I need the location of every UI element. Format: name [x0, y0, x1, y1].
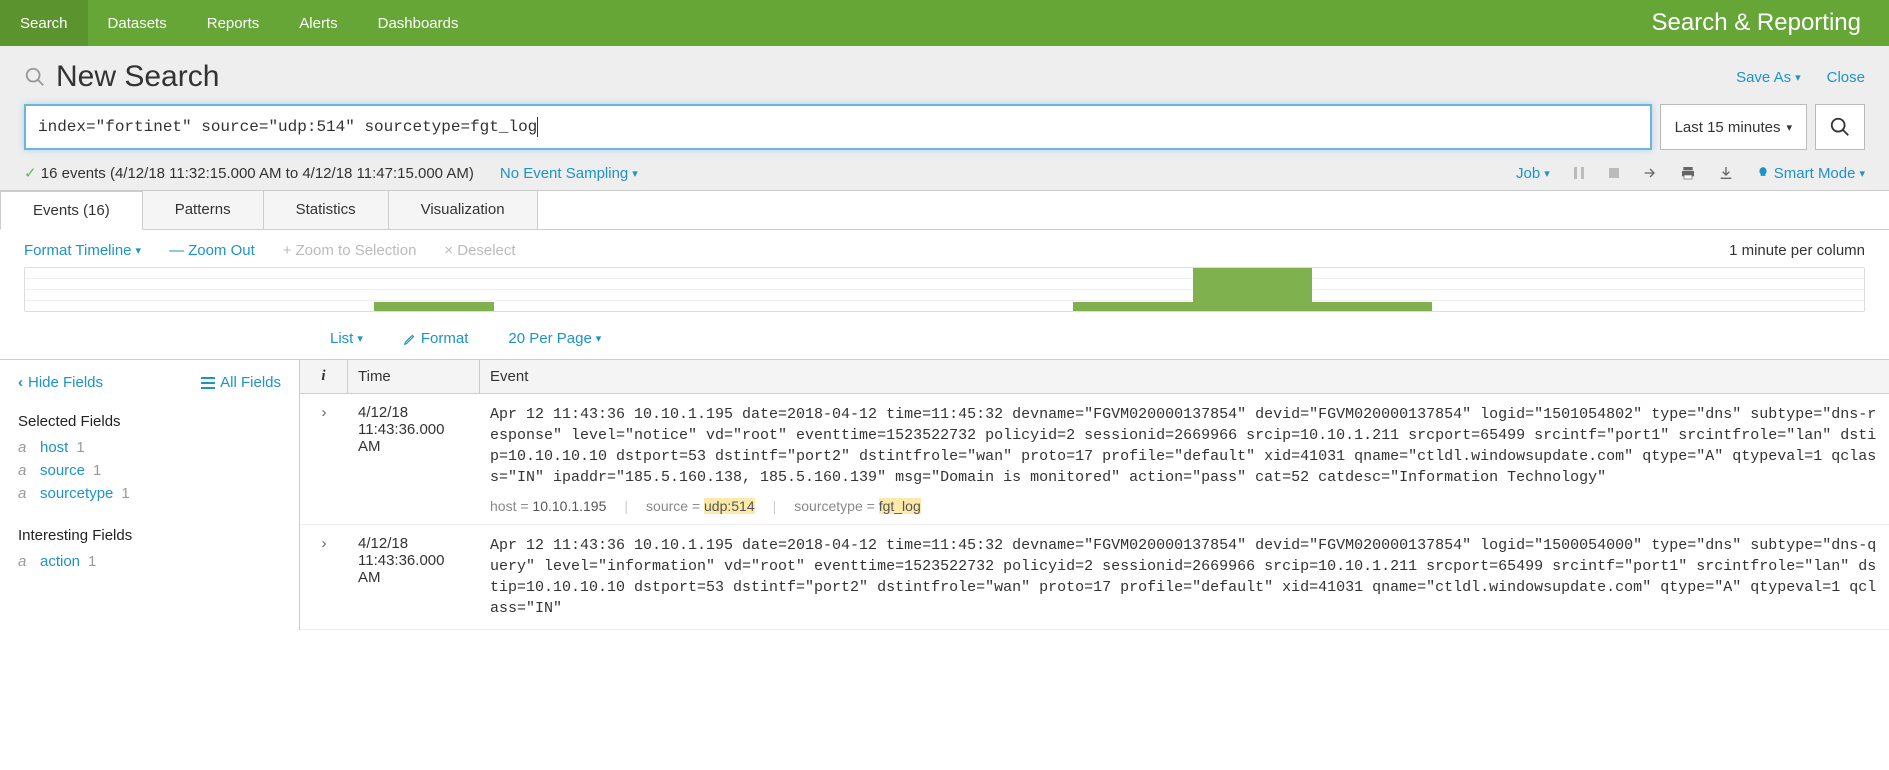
- col-info[interactable]: i: [300, 360, 348, 393]
- print-button[interactable]: [1680, 165, 1696, 181]
- format-dropdown[interactable]: Format: [403, 330, 469, 347]
- page-title: New Search: [56, 60, 219, 94]
- all-fields-button[interactable]: All Fields: [201, 374, 281, 391]
- tab-events[interactable]: Events (16): [0, 191, 143, 230]
- timeline-scale-label: 1 minute per column: [1729, 242, 1865, 259]
- results-controls: List ▾ Format 20 Per Page ▾: [0, 312, 1889, 359]
- selected-fields-list: ahost1 asource1 asourcetype1: [18, 436, 281, 505]
- col-event: Event: [480, 360, 1889, 393]
- top-nav-left: Search Datasets Reports Alerts Dashboard…: [0, 0, 479, 46]
- search-mode-dropdown[interactable]: Smart Mode ▾: [1756, 165, 1865, 182]
- search-query-text: index="fortinet" source="udp:514" source…: [38, 118, 537, 136]
- print-icon: [1680, 165, 1696, 181]
- meta-sourcetype[interactable]: sourcetype = fgt_log: [794, 498, 920, 514]
- nav-alerts[interactable]: Alerts: [279, 0, 357, 46]
- pause-icon: [1572, 166, 1586, 180]
- nav-reports[interactable]: Reports: [187, 0, 280, 46]
- event-raw[interactable]: Apr 12 11:43:36 10.10.1.195 date=2018-04…: [490, 535, 1879, 619]
- col-time[interactable]: Time: [348, 360, 480, 393]
- event-row: › 4/12/18 11:43:36.000 AM Apr 12 11:43:3…: [300, 394, 1889, 525]
- close-button[interactable]: Close: [1827, 69, 1865, 86]
- tab-statistics[interactable]: Statistics: [264, 191, 389, 230]
- meta-source[interactable]: source = udp:514: [646, 498, 755, 514]
- expand-toggle[interactable]: ›: [300, 394, 348, 524]
- time-range-picker[interactable]: Last 15 minutes▾: [1660, 104, 1807, 150]
- page-header: New Search Save As▾ Close index="fortine…: [0, 46, 1889, 191]
- search-icon: [24, 66, 46, 88]
- selected-fields-title: Selected Fields: [18, 413, 281, 430]
- export-button[interactable]: [1718, 165, 1734, 181]
- zoom-to-selection-button: + Zoom to Selection: [283, 242, 417, 259]
- event-time: 4/12/18 11:43:36.000 AM: [348, 394, 480, 524]
- tab-patterns[interactable]: Patterns: [143, 191, 264, 230]
- share-button[interactable]: [1642, 165, 1658, 181]
- save-as-button[interactable]: Save As▾: [1736, 69, 1801, 86]
- list-view-dropdown[interactable]: List ▾: [330, 330, 363, 347]
- result-tabs: Events (16) Patterns Statistics Visualiz…: [0, 191, 1889, 230]
- per-page-dropdown[interactable]: 20 Per Page ▾: [508, 330, 601, 347]
- event-time: 4/12/18 11:43:36.000 AM: [348, 525, 480, 629]
- download-icon: [1718, 165, 1734, 181]
- tab-visualization[interactable]: Visualization: [389, 191, 538, 230]
- field-item[interactable]: ahost1: [18, 436, 281, 459]
- nav-datasets[interactable]: Datasets: [88, 0, 187, 46]
- stop-button[interactable]: [1608, 167, 1620, 179]
- fields-sidebar: ‹ Hide Fields All Fields Selected Fields…: [0, 360, 300, 630]
- search-icon: [1829, 116, 1851, 138]
- field-item[interactable]: asource1: [18, 459, 281, 482]
- nav-dashboards[interactable]: Dashboards: [358, 0, 479, 46]
- app-title: Search & Reporting: [1624, 0, 1889, 46]
- job-menu[interactable]: Job ▾: [1516, 165, 1550, 182]
- timeline-controls: Format Timeline ▾ — Zoom Out + Zoom to S…: [0, 230, 1889, 267]
- lightbulb-icon: [1756, 166, 1770, 180]
- pencil-icon: [403, 332, 417, 346]
- zoom-out-button[interactable]: — Zoom Out: [169, 242, 255, 259]
- event-meta: host = 10.10.1.195 | source = udp:514 | …: [490, 498, 1879, 514]
- nav-search[interactable]: Search: [0, 0, 88, 46]
- expand-toggle[interactable]: ›: [300, 525, 348, 629]
- field-item[interactable]: asourcetype1: [18, 482, 281, 505]
- event-sampling-dropdown[interactable]: No Event Sampling ▾: [500, 165, 638, 182]
- result-summary: ✓ 16 events (4/12/18 11:32:15.000 AM to …: [24, 164, 474, 182]
- search-input[interactable]: index="fortinet" source="udp:514" source…: [24, 104, 1652, 150]
- deselect-button: × Deselect: [444, 242, 515, 259]
- event-raw[interactable]: Apr 12 11:43:36 10.10.1.195 date=2018-04…: [490, 404, 1879, 488]
- list-icon: [201, 377, 215, 389]
- events-header: i Time Event: [300, 360, 1889, 394]
- event-row: › 4/12/18 11:43:36.000 AM Apr 12 11:43:3…: [300, 525, 1889, 630]
- field-item[interactable]: aaction1: [18, 550, 281, 573]
- pause-button[interactable]: [1572, 166, 1586, 180]
- top-nav: Search Datasets Reports Alerts Dashboard…: [0, 0, 1889, 46]
- hide-fields-button[interactable]: ‹ Hide Fields: [18, 374, 103, 391]
- interesting-fields-title: Interesting Fields: [18, 527, 281, 544]
- interesting-fields-list: aaction1: [18, 550, 281, 573]
- meta-host[interactable]: host = 10.10.1.195: [490, 498, 606, 514]
- run-search-button[interactable]: [1815, 104, 1865, 150]
- stop-icon: [1608, 167, 1620, 179]
- timeline-chart[interactable]: [24, 267, 1865, 312]
- share-icon: [1642, 165, 1658, 181]
- events-area: i Time Event › 4/12/18 11:43:36.000 AM A…: [300, 360, 1889, 630]
- format-timeline-dropdown[interactable]: Format Timeline ▾: [24, 242, 141, 259]
